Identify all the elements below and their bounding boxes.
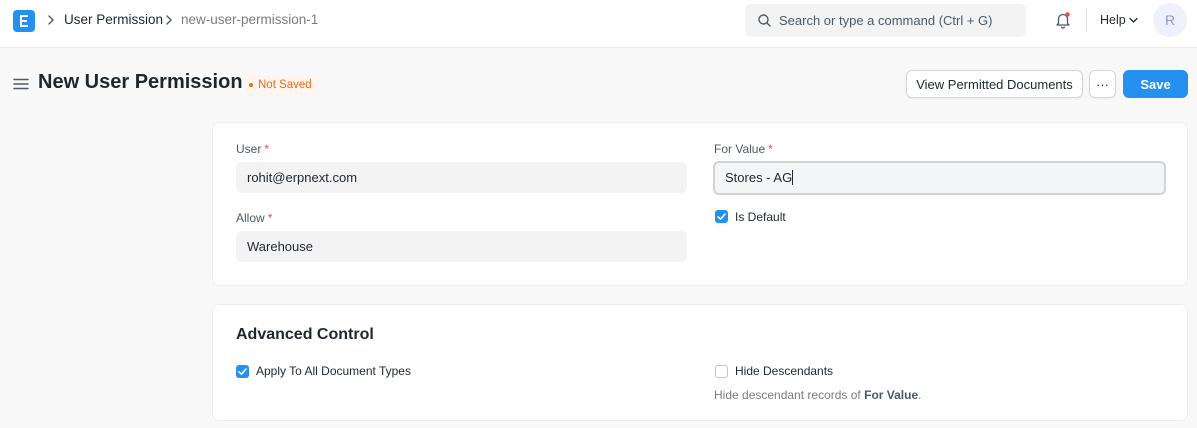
user-field[interactable]: rohit@erpnext.com xyxy=(236,162,687,193)
apply-to-all-label[interactable]: Apply To All Document Types xyxy=(256,364,411,378)
advanced-control-heading[interactable]: Advanced Control xyxy=(236,326,374,344)
user-avatar[interactable]: R xyxy=(1153,3,1187,37)
search-placeholder: Search or type a command (Ctrl + G) xyxy=(779,13,993,28)
status-text: Not Saved xyxy=(258,79,312,91)
sidebar-toggle-icon[interactable] xyxy=(13,78,29,90)
breadcrumb-chevron-icon xyxy=(166,15,172,25)
chevron-down-icon[interactable] xyxy=(1129,17,1138,24)
breadcrumb-user-permission[interactable]: User Permission xyxy=(64,12,163,28)
breadcrumb-chevron-icon xyxy=(48,15,54,25)
notification-bell-icon[interactable] xyxy=(1054,11,1072,29)
page-title: New User Permission xyxy=(38,71,243,93)
hide-descendants-checkbox[interactable] xyxy=(715,365,728,378)
for-value-text: Stores - AG xyxy=(725,170,793,185)
allow-field[interactable]: Warehouse xyxy=(236,231,687,262)
more-actions-button[interactable]: ··· xyxy=(1089,70,1116,98)
required-marker: * xyxy=(267,211,273,225)
status-dot-icon xyxy=(249,83,253,87)
status-badge: Not Saved xyxy=(245,75,318,95)
breadcrumb-current-doc: new-user-permission-1 xyxy=(181,12,319,27)
navbar: User Permission new-user-permission-1 Se… xyxy=(0,0,1197,48)
form-section-advanced xyxy=(212,304,1188,421)
search-bar[interactable]: Search or type a command (Ctrl + G) xyxy=(745,4,1026,37)
checkmark-icon xyxy=(717,213,726,220)
user-field-label: User * xyxy=(236,142,270,156)
apply-to-all-checkbox[interactable] xyxy=(236,365,249,378)
save-button[interactable]: Save xyxy=(1123,70,1188,98)
hide-descendants-label[interactable]: Hide Descendants xyxy=(735,364,833,378)
help-menu[interactable]: Help xyxy=(1100,13,1126,27)
allow-field-label: Allow * xyxy=(236,211,273,225)
view-permitted-documents-button[interactable]: View Permitted Documents xyxy=(906,70,1083,98)
is-default-checkbox[interactable] xyxy=(715,210,728,223)
required-marker: * xyxy=(264,142,270,156)
navbar-divider xyxy=(1086,8,1087,32)
search-icon xyxy=(758,14,771,27)
for-value-field-label: For Value * xyxy=(714,142,773,156)
required-marker: * xyxy=(768,142,773,156)
app-logo-icon[interactable] xyxy=(13,10,35,32)
is-default-label[interactable]: Is Default xyxy=(735,210,786,224)
text-caret xyxy=(792,170,794,186)
hide-descendants-help-text: Hide descendant records of For Value. xyxy=(714,388,922,402)
checkmark-icon xyxy=(238,368,247,375)
for-value-field[interactable]: Stores - AG xyxy=(713,161,1166,195)
